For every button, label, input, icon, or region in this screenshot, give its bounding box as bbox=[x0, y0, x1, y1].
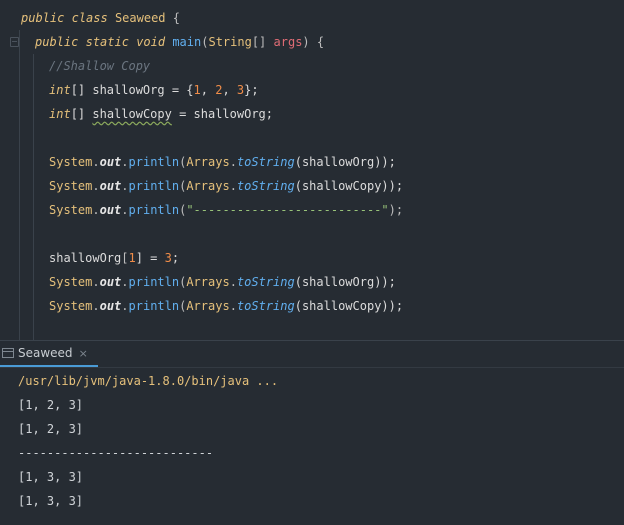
code-editor[interactable]: public class Seaweed { public static voi… bbox=[0, 0, 624, 340]
code-line-print-sep: System.out.println("--------------------… bbox=[49, 203, 404, 217]
editor-gutter bbox=[0, 0, 14, 340]
code-line-print-org: System.out.println(Arrays.toString(shall… bbox=[49, 155, 396, 169]
run-tab-bar: Seaweed × bbox=[0, 341, 624, 368]
code-line-print-copy-2: System.out.println(Arrays.toString(shall… bbox=[49, 299, 404, 313]
console-output-line: [1, 3, 3] bbox=[18, 494, 84, 508]
console-command-line: /usr/lib/jvm/java-1.8.0/bin/java ... bbox=[18, 374, 279, 388]
console-icon bbox=[2, 348, 14, 358]
console-output-line: [1, 2, 3] bbox=[18, 422, 84, 436]
console-output-line: [1, 2, 3] bbox=[18, 398, 84, 412]
code-line-print-copy: System.out.println(Arrays.toString(shall… bbox=[49, 179, 404, 193]
run-panel: Seaweed × /usr/lib/jvm/java-1.8.0/bin/ja… bbox=[0, 340, 624, 525]
code-line-print-org-2: System.out.println(Arrays.toString(shall… bbox=[49, 275, 396, 289]
console-output-line: [1, 3, 3] bbox=[18, 470, 84, 484]
indent-guide bbox=[19, 30, 20, 340]
code-line-org-decl: int[] shallowOrg = {1, 2, 3}; bbox=[49, 83, 259, 97]
code-line-comment: //Shallow Copy bbox=[49, 59, 151, 73]
console-output-line: --------------------------- bbox=[18, 446, 214, 460]
indent-guide bbox=[33, 54, 34, 340]
code-line-main: public static void main(String[] args) { bbox=[35, 35, 325, 49]
fold-icon[interactable] bbox=[10, 37, 19, 47]
run-tab-label: Seaweed bbox=[18, 346, 73, 360]
code-line-assign: shallowOrg[1] = 3; bbox=[49, 251, 180, 265]
run-tab-seaweed[interactable]: Seaweed × bbox=[0, 341, 98, 367]
code-line-copy-decl: int[] shallowCopy = shallowOrg; bbox=[49, 107, 274, 121]
close-icon[interactable]: × bbox=[79, 347, 88, 360]
code-line-class: public class Seaweed { bbox=[21, 11, 180, 25]
